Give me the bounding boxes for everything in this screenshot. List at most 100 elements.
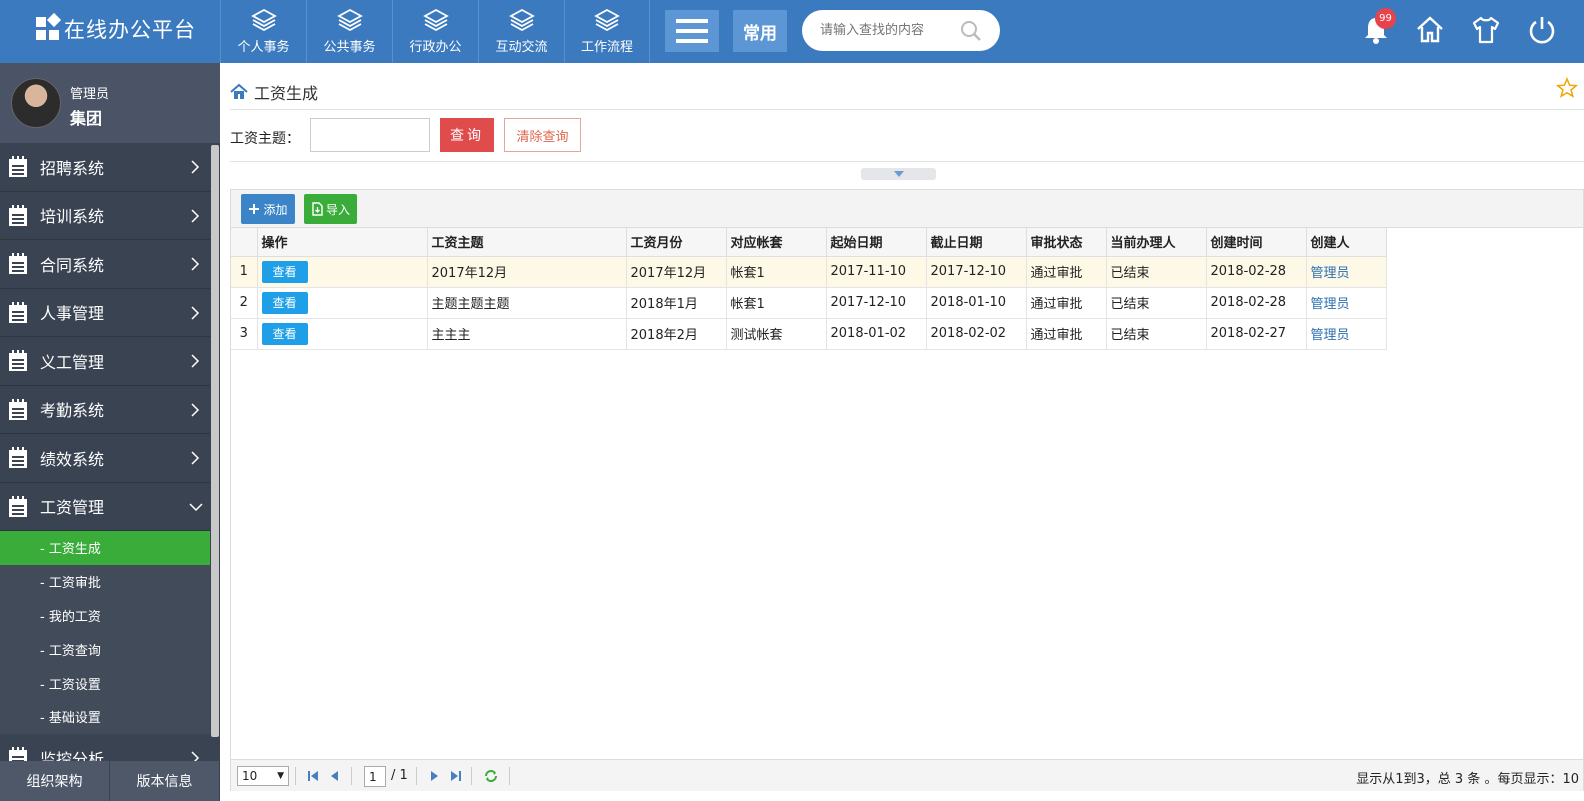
total-pages: / 1 — [391, 768, 408, 783]
view-button[interactable]: 查看 — [261, 260, 308, 283]
end-date-cell: 2018-01-10 — [926, 287, 1027, 319]
month-cell: 2017年12月 — [626, 256, 727, 288]
col-header[interactable]: 创建人 — [1306, 228, 1387, 257]
common-button[interactable]: 常用 — [733, 10, 787, 52]
prev-page-icon[interactable] — [328, 769, 342, 783]
divider — [230, 109, 1584, 110]
refresh-icon[interactable] — [483, 768, 499, 784]
clipboard-icon — [9, 398, 27, 420]
col-header[interactable]: 工资主题 — [427, 228, 627, 257]
power-icon[interactable] — [1526, 14, 1558, 46]
col-header[interactable]: 截止日期 — [926, 228, 1027, 257]
month-cell: 2018年2月 — [626, 318, 727, 350]
nav-tab-label: 个人事务 — [237, 40, 290, 55]
clipboard-icon — [9, 253, 27, 274]
page-number-input[interactable]: 1 — [364, 766, 386, 787]
nav-tab-interaction[interactable]: 互动交流 — [478, 0, 564, 63]
import-button[interactable]: 导入 — [304, 194, 357, 224]
subject-cell: 主主主 — [427, 318, 627, 350]
subject-cell: 2017年12月 — [427, 256, 627, 288]
divider — [230, 161, 1584, 162]
sidebar-subitem-salary-approve[interactable]: - 工资审批 — [0, 565, 210, 599]
sidebar-subitem-salary-query[interactable]: - 工资查询 — [0, 632, 210, 666]
sidebar-item-recruit[interactable]: 招聘系统 — [0, 143, 210, 192]
org-structure-button[interactable]: 组织架构 — [0, 761, 110, 801]
nav-tab-workflow[interactable]: 工作流程 — [564, 0, 650, 63]
chevron-down-icon — [189, 502, 203, 511]
end-date-cell: 2017-12-10 — [926, 256, 1027, 288]
sidebar-subitem-salary-generate[interactable]: - 工资生成 — [0, 531, 210, 565]
col-header[interactable]: 当前办理人 — [1106, 228, 1207, 257]
table-row[interactable]: 2 查看 主题主题主题 2018年1月 帐套1 2017-12-10 2018-… — [231, 287, 1387, 319]
search-box — [802, 10, 1000, 51]
created-cell: 2018-02-28 — [1206, 256, 1307, 288]
sidebar-item-salary[interactable]: 工资管理 — [0, 482, 210, 531]
sidebar-item-label: 培训系统 — [40, 207, 105, 227]
sidebar-scrollbar-thumb[interactable] — [211, 145, 219, 737]
sidebar-subitem-salary-settings[interactable]: - 工资设置 — [0, 666, 210, 700]
account-cell: 测试帐套 — [726, 318, 827, 350]
import-icon — [312, 202, 323, 216]
sidebar-item-volunteer[interactable]: 义工管理 — [0, 337, 210, 386]
col-header[interactable]: 审批状态 — [1026, 228, 1107, 257]
sidebar-footer: 组织架构 版本信息 — [0, 761, 220, 801]
pagination-bar: 10 ▼ 1 / 1 显示从1到3，总 3 条 。每页显示：10 — [231, 759, 1583, 791]
account-cell: 帐套1 — [726, 287, 827, 319]
sidebar-item-contract[interactable]: 合同系统 — [0, 240, 210, 289]
table-row[interactable]: 1 查看 2017年12月 2017年12月 帐套1 2017-11-10 20… — [231, 256, 1387, 288]
sidebar-item-performance[interactable]: 绩效系统 — [0, 434, 210, 483]
star-icon[interactable] — [1556, 77, 1578, 99]
search-icon[interactable] — [960, 20, 982, 42]
col-header[interactable]: 工资月份 — [626, 228, 727, 257]
creator-link[interactable]: 管理员 — [1311, 297, 1350, 312]
home-icon[interactable] — [1414, 14, 1446, 46]
version-info-button[interactable]: 版本信息 — [110, 761, 220, 801]
chevron-right-icon — [191, 451, 200, 465]
divider — [509, 767, 510, 785]
sidebar-item-attendance[interactable]: 考勤系统 — [0, 385, 210, 434]
shirt-icon[interactable] — [1470, 14, 1502, 46]
nav-tab-label: 公共事务 — [323, 40, 376, 55]
sidebar-item-label: 考勤系统 — [40, 401, 105, 421]
next-page-icon[interactable] — [427, 769, 441, 783]
sidebar-subitem-my-salary[interactable]: - 我的工资 — [0, 599, 210, 633]
creator-link[interactable]: 管理员 — [1311, 328, 1350, 343]
created-cell: 2018-02-27 — [1206, 318, 1307, 350]
col-header[interactable]: 对应帐套 — [726, 228, 827, 257]
add-button[interactable]: 添加 — [241, 194, 295, 224]
salary-subject-input[interactable] — [310, 118, 430, 152]
account-cell: 帐套1 — [726, 256, 827, 288]
clipboard-icon — [9, 204, 27, 226]
collapse-filter-handle[interactable] — [861, 168, 936, 180]
app-logo[interactable]: 在线办公平台 — [36, 12, 196, 44]
sidebar-subitem-base-settings[interactable]: - 基础设置 — [0, 700, 210, 734]
last-page-icon[interactable] — [449, 769, 463, 783]
view-button[interactable]: 查看 — [261, 291, 308, 314]
col-header[interactable]: 操作 — [257, 228, 428, 257]
nav-tab-admin[interactable]: 行政办公 — [392, 0, 478, 63]
sidebar-item-hr[interactable]: 人事管理 — [0, 288, 210, 337]
view-button[interactable]: 查看 — [261, 322, 308, 345]
creator-link[interactable]: 管理员 — [1311, 266, 1350, 281]
status-cell: 通过审批 — [1026, 256, 1107, 288]
hamburger-menu-button[interactable] — [665, 10, 719, 52]
avatar[interactable] — [11, 78, 61, 128]
clipboard-icon — [9, 447, 27, 468]
page-size-select[interactable]: 10 ▼ — [237, 766, 289, 786]
home-icon[interactable] — [230, 83, 248, 101]
search-input[interactable] — [820, 20, 960, 40]
table-row[interactable]: 3 查看 主主主 2018年2月 测试帐套 2018-01-02 2018-02… — [231, 318, 1387, 350]
sidebar-item-training[interactable]: 培训系统 — [0, 191, 210, 240]
col-header[interactable]: 创建时间 — [1206, 228, 1307, 257]
sidebar-item-label: 合同系统 — [40, 255, 105, 275]
grid-toolbar: 添加 导入 — [231, 190, 1583, 228]
chevron-right-icon — [191, 160, 200, 174]
nav-tab-personal[interactable]: 个人事务 — [220, 0, 306, 63]
query-button[interactable]: 查询 — [440, 118, 494, 152]
data-grid: 添加 导入 操作 工资主题 工资月份 对应帐套 起始日期 截止日期 审批状态 当… — [230, 189, 1584, 791]
nav-tab-public[interactable]: 公共事务 — [306, 0, 392, 63]
clear-query-button[interactable]: 清除查询 — [504, 118, 581, 152]
app-title: 在线办公平台 — [64, 18, 196, 42]
col-header[interactable]: 起始日期 — [826, 228, 927, 257]
first-page-icon[interactable] — [306, 769, 320, 783]
